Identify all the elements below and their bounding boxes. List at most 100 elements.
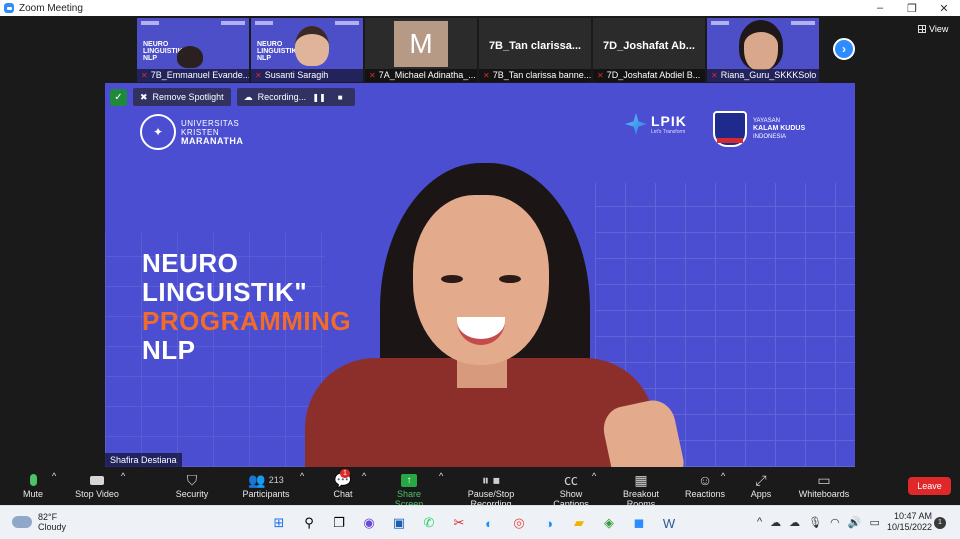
stop-video-button[interactable]: Stop Video	[74, 471, 120, 499]
meeting-controls: Mute ^ Stop Video ^ ⛉ Security 👥 213 Part…	[0, 467, 960, 509]
notification-badge[interactable]: 1	[934, 517, 946, 529]
participant-display-name: 7D_Joshafat Ab...	[603, 40, 695, 52]
pause-recording-button[interactable]: ❚❚	[311, 91, 327, 103]
participant-name: ✕ Susanti Saragih	[251, 69, 363, 82]
presenter-video	[285, 153, 745, 467]
grid-icon	[918, 25, 926, 33]
zoom-icon[interactable]: ◼	[628, 512, 650, 534]
video-toolbar: ✓ ✖ Remove Spotlight ☁ Recording... ❚❚ ■	[110, 88, 356, 106]
video-options-chevron-icon[interactable]: ^	[121, 471, 125, 481]
wifi-icon[interactable]: ◠	[830, 516, 840, 529]
battery-icon[interactable]: ▭	[869, 516, 879, 529]
breakout-rooms-button[interactable]: ▦ Breakout Rooms	[609, 471, 673, 510]
university-seal-icon: ✦	[140, 114, 176, 150]
recording-indicator: ☁ Recording... ❚❚ ■	[236, 88, 356, 106]
pin-icon: ✖	[140, 91, 148, 102]
taskbar-apps: ⊞ ⚲ ❐ ◉ ▣ ✆ ✂ ◐ ◎ ◑ ▰ ◈ ◼ W	[268, 512, 680, 534]
file-explorer-icon[interactable]: ▰	[568, 512, 590, 534]
captions-options-chevron-icon[interactable]: ^	[592, 471, 596, 481]
pause-stop-icon: ⏸ ⏹	[482, 471, 500, 488]
chat-options-chevron-icon[interactable]: ^	[362, 471, 366, 481]
security-button[interactable]: ⛉ Security	[172, 471, 212, 500]
chrome-icon[interactable]: ◎	[508, 512, 530, 534]
chat-button[interactable]: 💬 1 Chat	[330, 469, 356, 499]
stop-recording-button[interactable]: ■	[332, 91, 348, 103]
participant-name: ✕ 7A_Michael Adinatha_...	[365, 69, 477, 82]
star-icon	[625, 113, 647, 135]
muted-mic-icon: ✕	[141, 71, 148, 80]
pause-stop-recording-button[interactable]: ⏸ ⏹ Pause/Stop Recording	[448, 471, 534, 510]
crest-icon	[713, 111, 747, 147]
participant-video	[295, 26, 329, 66]
participant-thumbnail[interactable]: 7B_Tan clarissa... ✕ 7B_Tan clarissa bann…	[479, 18, 591, 82]
participant-thumbnail[interactable]: NEURO LINGUISTIK" NLP ✕ Susanti Saragih	[251, 18, 363, 82]
weather-widget[interactable]: 82°F Cloudy	[12, 512, 66, 532]
maximize-button[interactable]: ❐	[896, 2, 928, 15]
word-icon[interactable]: W	[658, 512, 680, 534]
participant-name: ✕ 7B_Emmanuel Evande...	[137, 69, 249, 82]
mute-button[interactable]: Mute	[18, 471, 48, 499]
thumbnail-strip: NEURO LINGUISTIK" NLP ✕ 7B_Emmanuel Evand…	[137, 18, 819, 82]
show-hidden-icons-chevron-icon[interactable]: ^	[757, 516, 762, 529]
zoom-logo-icon	[4, 3, 14, 13]
share-options-chevron-icon[interactable]: ^	[439, 471, 443, 481]
onedrive-cloud-icon[interactable]: ☁	[770, 516, 781, 529]
leave-button[interactable]: Leave	[908, 477, 951, 495]
participant-thumbnail[interactable]: NEURO LINGUISTIK" NLP ✕ 7B_Emmanuel Evand…	[137, 18, 249, 82]
muted-mic-icon: ✕	[255, 71, 262, 80]
muted-mic-icon: ✕	[369, 71, 376, 80]
whatsapp-icon[interactable]: ✆	[418, 512, 440, 534]
edge-icon[interactable]: ◐	[478, 512, 500, 534]
mute-options-chevron-icon[interactable]: ^	[52, 471, 56, 481]
chat-badge: 1	[340, 469, 350, 478]
participant-thumbnail[interactable]: M ✕ 7A_Michael Adinatha_...	[365, 18, 477, 82]
view-button[interactable]: View	[918, 24, 948, 34]
reactions-button[interactable]: ☺ Reactions	[685, 471, 725, 499]
windows-taskbar: 82°F Cloudy ⊞ ⚲ ❐ ◉ ▣ ✆ ✂ ◐ ◎ ◑ ▰ ◈ ◼ W …	[0, 505, 960, 539]
cloud-record-icon: ☁	[243, 91, 253, 102]
spotlight-video[interactable]: ✦ UNIVERSITAS KRISTEN MARANATHA LPIK Let…	[105, 83, 855, 467]
participant-video	[177, 46, 203, 68]
participants-button[interactable]: 👥 213 Participants	[241, 471, 291, 500]
teams-chat-icon[interactable]: ◉	[358, 512, 380, 534]
meeting-area: NEURO LINGUISTIK" NLP ✕ 7B_Emmanuel Evand…	[0, 16, 960, 467]
next-page-chevron-icon[interactable]: ›	[833, 38, 855, 60]
participant-thumbnail[interactable]: 7D_Joshafat Ab... ✕ 7D_Joshafat Abdiel B.…	[593, 18, 705, 82]
university-logo: ✦ UNIVERSITAS KRISTEN MARANATHA	[140, 114, 243, 150]
microphone-icon	[29, 474, 37, 486]
edge-browser-icon[interactable]: ◑	[538, 512, 560, 534]
app-icon[interactable]: ◈	[598, 512, 620, 534]
apps-button[interactable]: ⤢ Apps	[748, 471, 774, 500]
window-titlebar: Zoom Meeting – ❐ ✕	[0, 0, 960, 16]
cloud-icon[interactable]: ☁	[789, 516, 800, 529]
participant-video	[739, 20, 783, 70]
slide-logo	[221, 21, 245, 25]
speaker-name: Shafira Destiana	[105, 453, 182, 467]
slide-logo	[141, 21, 159, 25]
window-title: Zoom Meeting	[19, 2, 83, 14]
clock[interactable]: 10:47 AM 10/15/2022	[887, 511, 932, 533]
close-button[interactable]: ✕	[928, 2, 960, 15]
participant-name: ✕ 7B_Tan clarissa banne...	[479, 69, 591, 82]
store-icon[interactable]: ▣	[388, 512, 410, 534]
search-icon[interactable]: ⚲	[298, 512, 320, 534]
task-view-icon[interactable]: ❐	[328, 512, 350, 534]
whiteboards-button[interactable]: ▭ Whiteboards	[798, 471, 850, 500]
slide-logo	[335, 21, 359, 25]
start-windows-icon[interactable]: ⊞	[268, 512, 290, 534]
smiley-icon: ☺	[697, 472, 713, 488]
system-tray: ^ ☁ ☁ 🎙 ◠ 🔊 ▭	[757, 516, 880, 529]
shield-icon: ⛉	[186, 471, 198, 488]
snipping-tool-icon[interactable]: ✂	[448, 512, 470, 534]
volume-icon[interactable]: 🔊	[848, 516, 862, 529]
reactions-options-chevron-icon[interactable]: ^	[721, 471, 725, 481]
participants-options-chevron-icon[interactable]: ^	[300, 471, 304, 481]
participant-thumbnail[interactable]: ✕ Riana_Guru_SKKKSolo	[707, 18, 819, 82]
minimize-button[interactable]: –	[864, 2, 896, 14]
share-screen-button[interactable]: ↑ Share Screen	[382, 471, 436, 509]
whiteboard-icon: ▭	[817, 471, 831, 488]
remove-spotlight-button[interactable]: ✖ Remove Spotlight	[133, 88, 231, 106]
participant-name: ✕ Riana_Guru_SKKKSolo	[707, 69, 819, 82]
avatar: M	[394, 21, 448, 67]
microphone-icon[interactable]: 🎙	[808, 516, 822, 529]
